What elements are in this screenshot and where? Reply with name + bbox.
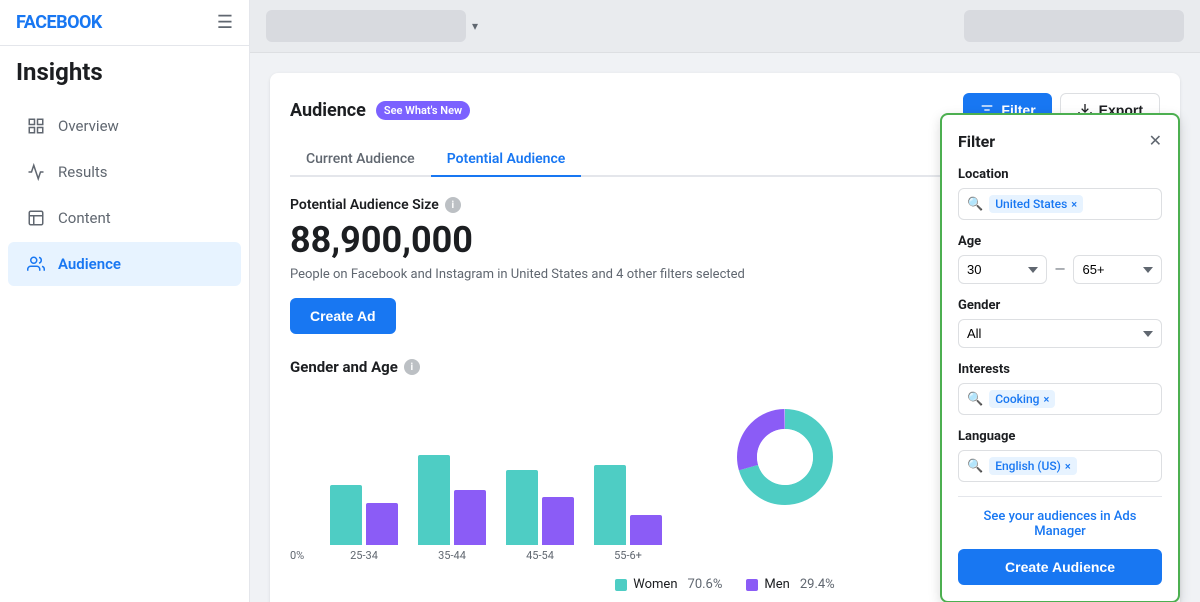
age-dash: — xyxy=(1055,262,1066,278)
audience-section-title: Audience xyxy=(290,100,366,121)
bar-women-35-44 xyxy=(418,455,450,545)
content-icon xyxy=(24,206,48,230)
facebook-logo: FACEBOOK xyxy=(16,12,102,33)
bar-men-25-34 xyxy=(366,503,398,545)
bar-men-45-54 xyxy=(542,497,574,545)
hamburger-icon[interactable]: ☰ xyxy=(217,12,233,33)
create-ad-button[interactable]: Create Ad xyxy=(290,298,396,334)
filter-panel: Filter ✕ Location 🔍 United States × Age xyxy=(940,113,1180,602)
bar-men-55-6 xyxy=(630,515,662,545)
tab-potential-audience[interactable]: Potential Audience xyxy=(431,143,582,177)
legend-label-women: Women xyxy=(633,577,677,592)
bar-label-35-44: 35-44 xyxy=(438,549,466,562)
interest-tag-value: Cooking xyxy=(995,392,1039,406)
top-bar-search[interactable] xyxy=(266,10,466,42)
sidebar-item-audience[interactable]: Audience xyxy=(8,242,241,286)
overview-icon xyxy=(24,114,48,138)
location-tag-value: United States xyxy=(995,197,1067,211)
sidebar-header: FACEBOOK ☰ xyxy=(0,0,249,46)
audience-title-row: Audience See What's New xyxy=(290,100,470,121)
age-max-select[interactable]: 65+ 24 34 44 54 64 xyxy=(1073,255,1162,284)
filter-footer: See your audiences in Ads Manager Create… xyxy=(958,496,1162,585)
bar-label-25-34: 25-34 xyxy=(350,549,378,562)
bar-label-45-54: 45-54 xyxy=(526,549,554,562)
page-title: Insights xyxy=(0,46,249,94)
results-icon xyxy=(24,160,48,184)
legend-dot-men xyxy=(746,579,758,591)
legend-women: Women 70.6% xyxy=(615,577,722,592)
age-label: Age xyxy=(958,234,1162,249)
sidebar-item-content[interactable]: Content xyxy=(8,196,241,240)
filter-section-location: Location 🔍 United States × xyxy=(958,167,1162,220)
age-min-select[interactable]: 30 18 25 35 xyxy=(958,255,1047,284)
see-whats-new-badge[interactable]: See What's New xyxy=(376,101,470,120)
legend-percent-men: 29.4% xyxy=(800,577,835,592)
bar-group-45-54: 45-54 xyxy=(506,470,574,562)
interest-tag-remove[interactable]: × xyxy=(1043,393,1049,406)
gender-label: Gender xyxy=(958,298,1162,313)
top-bar-right-input[interactable] xyxy=(964,10,1184,42)
interest-tag: Cooking × xyxy=(989,390,1055,408)
location-search-icon: 🔍 xyxy=(967,197,983,212)
sidebar-item-results[interactable]: Results xyxy=(8,150,241,194)
filter-title: Filter xyxy=(958,132,995,151)
bar-label-55-6: 55-6+ xyxy=(614,549,642,562)
filter-section-gender: Gender All Women Men xyxy=(958,298,1162,348)
bar-group-35-44: 35-44 xyxy=(418,455,486,562)
audience-icon xyxy=(24,252,48,276)
sidebar-item-label-results: Results xyxy=(58,163,108,181)
y-axis-label: 0% xyxy=(290,549,304,562)
sidebar-item-label-overview: Overview xyxy=(58,117,119,135)
see-audiences-link[interactable]: See your audiences in Ads Manager xyxy=(958,509,1162,539)
size-info-icon[interactable]: i xyxy=(445,197,461,213)
legend-label-men: Men xyxy=(764,577,789,592)
sidebar: FACEBOOK ☰ Insights Overview Results Con… xyxy=(0,0,250,602)
sidebar-item-label-content: Content xyxy=(58,209,111,227)
location-tag: United States × xyxy=(989,195,1083,213)
interests-search-icon: 🔍 xyxy=(967,392,983,407)
bar-group-55-6: 55-6+ xyxy=(594,465,662,562)
filter-section-age: Age 30 18 25 35 — 65+ 24 34 44 54 xyxy=(958,234,1162,284)
interests-input-box[interactable]: 🔍 Cooking × xyxy=(958,383,1162,415)
create-audience-button[interactable]: Create Audience xyxy=(958,549,1162,585)
language-label: Language xyxy=(958,429,1162,444)
top-bar: ▾ xyxy=(250,0,1200,53)
bar-women-45-54 xyxy=(506,470,538,545)
sidebar-nav: Overview Results Content Audience xyxy=(0,94,249,602)
language-input-box[interactable]: 🔍 English (US) × xyxy=(958,450,1162,482)
legend-dot-women xyxy=(615,579,627,591)
page-body: Audience See What's New Filter Export C xyxy=(250,53,1200,602)
filter-section-interests: Interests 🔍 Cooking × xyxy=(958,362,1162,415)
location-input-box[interactable]: 🔍 United States × xyxy=(958,188,1162,220)
sidebar-item-overview[interactable]: Overview xyxy=(8,104,241,148)
location-label: Location xyxy=(958,167,1162,182)
language-tag-remove[interactable]: × xyxy=(1065,460,1071,473)
language-tag: English (US) × xyxy=(989,457,1077,475)
topbar-chevron-icon: ▾ xyxy=(472,19,478,33)
bar-men-35-44 xyxy=(454,490,486,545)
filter-close-button[interactable]: ✕ xyxy=(1149,131,1162,151)
language-search-icon: 🔍 xyxy=(967,459,983,474)
filter-section-language: Language 🔍 English (US) × xyxy=(958,429,1162,482)
sidebar-item-label-audience: Audience xyxy=(58,255,121,273)
language-tag-value: English (US) xyxy=(995,459,1061,473)
bar-group-25-34: 25-34 xyxy=(330,485,398,562)
location-tag-remove[interactable]: × xyxy=(1071,198,1077,211)
filter-header: Filter ✕ xyxy=(958,131,1162,151)
age-row: 30 18 25 35 — 65+ 24 34 44 54 64 xyxy=(958,255,1162,284)
bar-women-25-34 xyxy=(330,485,362,545)
main-content: ▾ Audience See What's New Filter E xyxy=(250,0,1200,602)
bar-women-55-6 xyxy=(594,465,626,545)
gender-age-info-icon[interactable]: i xyxy=(404,359,420,375)
interests-label: Interests xyxy=(958,362,1162,377)
legend-percent-women: 70.6% xyxy=(688,577,723,592)
tab-current-audience[interactable]: Current Audience xyxy=(290,143,431,177)
gender-select[interactable]: All Women Men xyxy=(958,319,1162,348)
legend-men: Men 29.4% xyxy=(746,577,834,592)
